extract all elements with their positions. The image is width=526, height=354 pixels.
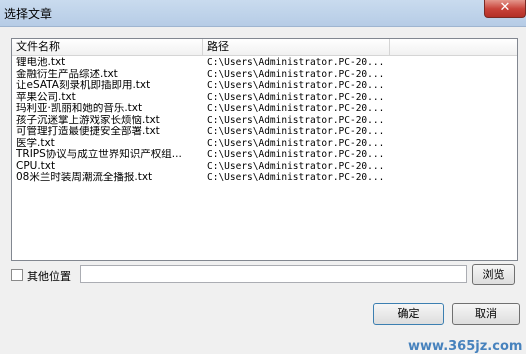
list-item[interactable]: 金融衍生产品综述.txt C:\Users\Administrator.PC-20… xyxy=(12,69,517,81)
list-item-filename: 08米兰时装周潮流全播报.txt xyxy=(16,172,153,183)
list-item-filename: 孩子沉迷掌上游戏家长烦恼.txt xyxy=(16,114,160,126)
list-item-path: C:\Users\Administrator.PC-20... xyxy=(207,126,385,137)
list-item[interactable]: TRIPS协议与成立世界知识产权组... C:\Users\Administrat… xyxy=(12,149,517,161)
list-item[interactable]: 医学.txt C:\Users\Administrator.PC-20... xyxy=(12,138,517,150)
close-icon: ✕ xyxy=(499,0,511,15)
other-location-row: 其他位置 浏览 xyxy=(11,264,516,286)
list-item[interactable]: 锂电池.txt C:\Users\Administrator.PC-20... xyxy=(12,57,517,69)
window-title: 选择文章 xyxy=(4,7,53,21)
title-bar: 选择文章 ✕ xyxy=(0,0,526,27)
list-item-path: C:\Users\Administrator.PC-20... xyxy=(207,57,385,68)
close-button[interactable]: ✕ xyxy=(484,0,526,18)
list-header: 文件名称 路径 xyxy=(12,39,517,56)
other-location-label: 其他位置 xyxy=(27,270,71,283)
list-item-filename: 锂电池.txt xyxy=(16,57,66,68)
list-item-filename: 医学.txt xyxy=(16,137,55,149)
list-item-filename: CPU.txt xyxy=(16,160,56,172)
ok-button[interactable]: 确定 xyxy=(373,303,444,325)
list-item[interactable]: 可管理打造最便捷安全部署.txt C:\Users\Administrator.P… xyxy=(12,126,517,138)
list-item-path: C:\Users\Administrator.PC-20... xyxy=(207,149,385,160)
list-item-path: C:\Users\Administrator.PC-20... xyxy=(207,172,385,183)
list-item-path: C:\Users\Administrator.PC-20... xyxy=(207,91,385,103)
list-rows: 锂电池.txt C:\Users\Administrator.PC-20... 金融… xyxy=(12,57,517,184)
list-item-filename: 金融衍生产品综述.txt xyxy=(16,68,118,80)
list-item-path: C:\Users\Administrator.PC-20... xyxy=(207,160,385,172)
list-item-filename: 玛利亚·凯丽和她的音乐.txt xyxy=(16,103,143,114)
list-item-path: C:\Users\Administrator.PC-20... xyxy=(207,80,385,91)
list-item-filename: TRIPS协议与成立世界知识产权组... xyxy=(16,149,182,160)
list-item[interactable]: CPU.txt C:\Users\Administrator.PC-20... xyxy=(12,161,517,173)
list-item-path: C:\Users\Administrator.PC-20... xyxy=(207,103,385,114)
list-item-filename: 让eSATA刻录机即插即用.txt xyxy=(16,80,151,91)
list-item[interactable]: 苹果公司.txt C:\Users\Administrator.PC-20... xyxy=(12,92,517,104)
watermark: www.365jz.com xyxy=(408,339,523,354)
column-header-filename[interactable]: 文件名称 xyxy=(12,39,203,55)
browse-button[interactable]: 浏览 xyxy=(472,264,515,285)
article-list[interactable]: 文件名称 路径 锂电池.txt C:\Users\Administrator.PC… xyxy=(11,38,518,261)
list-item-filename: 苹果公司.txt xyxy=(16,91,76,103)
other-location-checkbox[interactable] xyxy=(11,269,23,281)
list-item-path: C:\Users\Administrator.PC-20... xyxy=(207,68,385,80)
cancel-button[interactable]: 取消 xyxy=(452,303,520,325)
list-item[interactable]: 08米兰时装周潮流全播报.txt C:\Users\Administrator.P… xyxy=(12,172,517,184)
dialog-body: 文件名称 路径 锂电池.txt C:\Users\Administrator.PC… xyxy=(0,27,526,354)
list-item[interactable]: 让eSATA刻录机即插即用.txt C:\Users\Administrator.… xyxy=(12,80,517,92)
list-item-filename: 可管理打造最便捷安全部署.txt xyxy=(16,126,160,137)
list-item[interactable]: 孩子沉迷掌上游戏家长烦恼.txt C:\Users\Administrator.P… xyxy=(12,115,517,127)
column-header-path[interactable]: 路径 xyxy=(203,39,390,55)
list-item[interactable]: 玛利亚·凯丽和她的音乐.txt C:\Users\Administrator.PC… xyxy=(12,103,517,115)
other-location-input[interactable] xyxy=(80,265,467,283)
list-item-path: C:\Users\Administrator.PC-20... xyxy=(207,137,385,149)
list-item-path: C:\Users\Administrator.PC-20... xyxy=(207,114,385,126)
